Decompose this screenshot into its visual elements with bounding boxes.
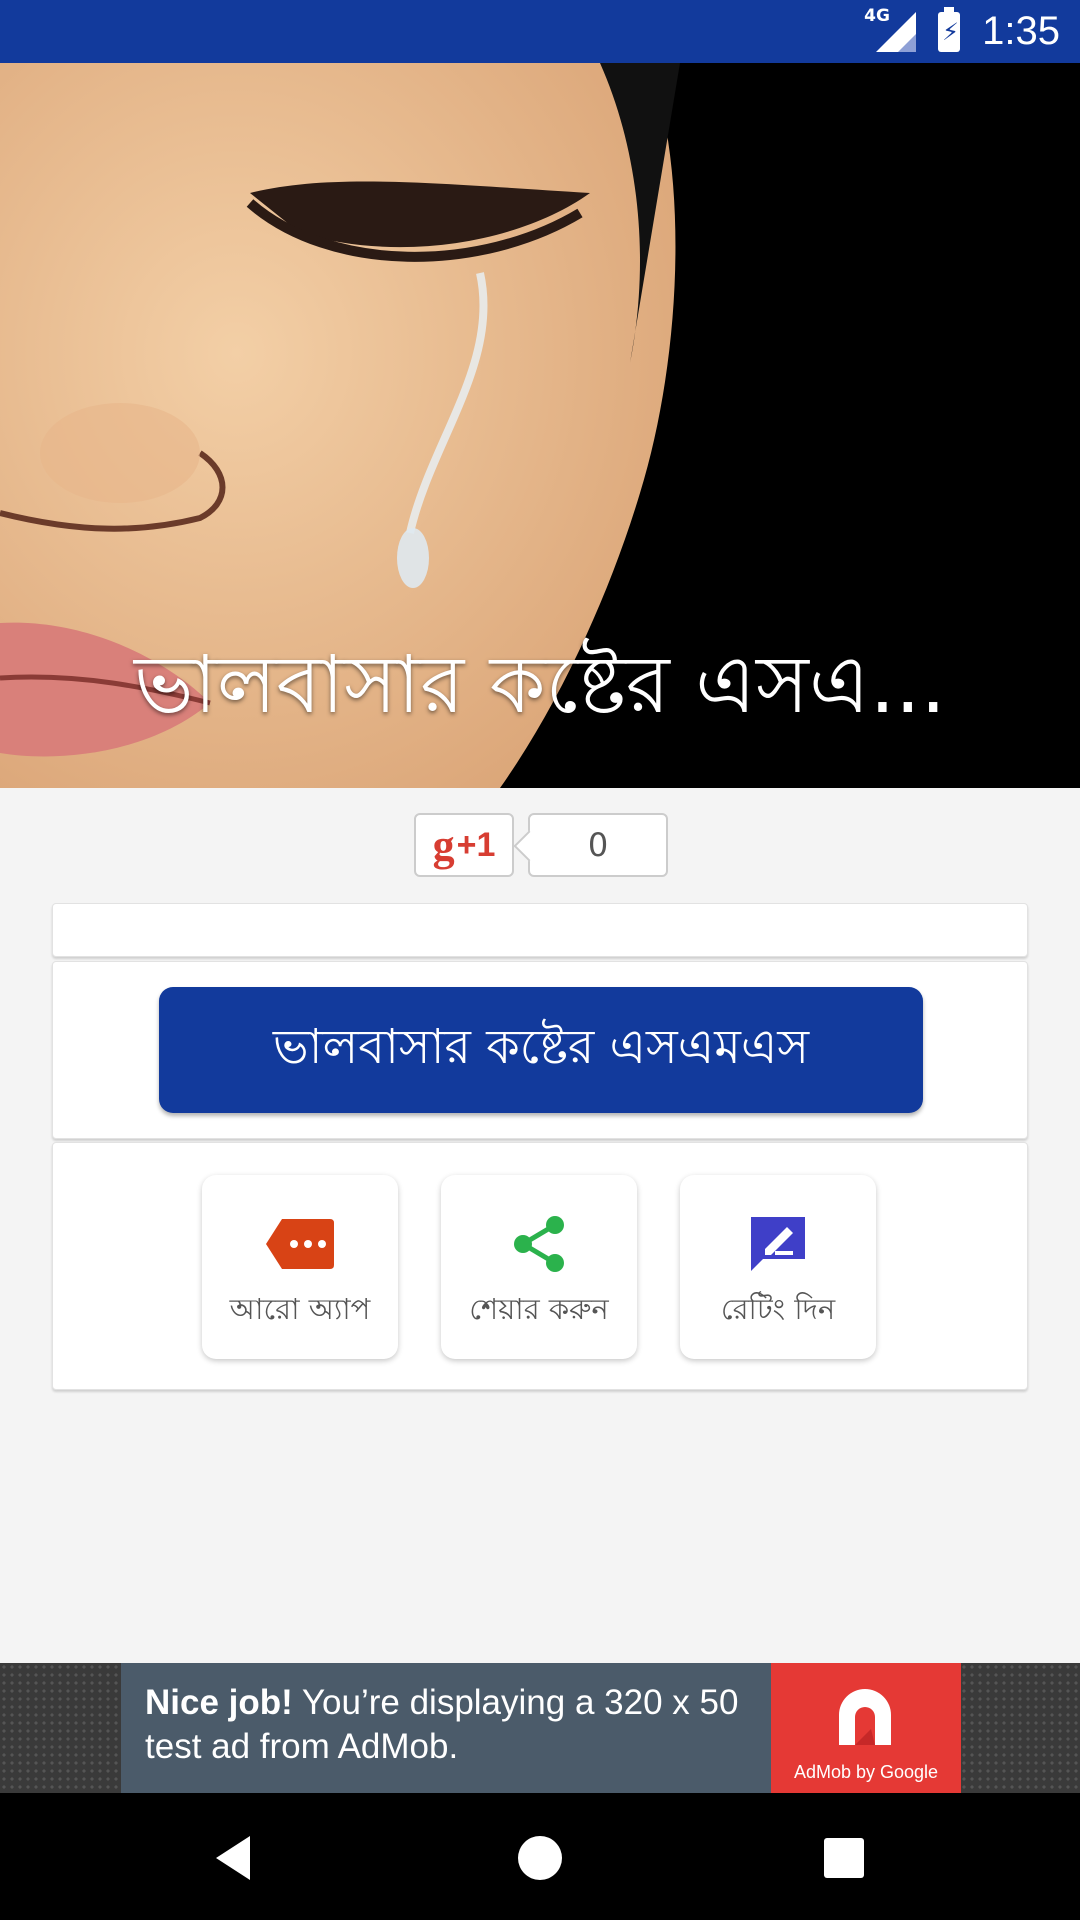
gplus-count: 0: [528, 813, 668, 877]
home-button[interactable]: [510, 1828, 570, 1888]
admob-icon: [839, 1689, 891, 1745]
status-time: 1:35: [982, 9, 1060, 53]
battery-icon: ⚡: [938, 6, 961, 52]
main-card: ভালবাসার কষ্টের এসএমএস: [52, 961, 1028, 1139]
rate-feedback-icon: [747, 1213, 809, 1275]
ad-content[interactable]: Nice job! You’re displaying a 320 x 50 t…: [121, 1663, 961, 1793]
actions-card: আরো অ্যাপ শেয়ার করুন রেটিং দিন: [52, 1142, 1028, 1390]
plus-one-label: +1: [456, 825, 496, 864]
open-sms-button[interactable]: ভালবাসার কষ্টের এসএমএস: [159, 987, 923, 1113]
admob-brand: AdMob by Google: [793, 1762, 939, 1782]
status-bar: 4G ⚡ 1:35: [0, 0, 1080, 63]
navigation-bar: [0, 1793, 1080, 1920]
more-apps-label: আরো অ্যাপ: [229, 1292, 371, 1326]
admob-logo: AdMob by Google: [771, 1663, 961, 1793]
ad-text: Nice job! You’re displaying a 320 x 50 t…: [145, 1681, 745, 1769]
back-icon: [216, 1836, 250, 1880]
share-label: শেয়ার করুন: [469, 1292, 609, 1326]
status-icons: 4G ⚡ 1:35: [864, 0, 1060, 63]
more-apps-tag-icon: [264, 1213, 336, 1275]
google-g-icon: g: [432, 820, 455, 870]
recents-icon: [824, 1838, 864, 1878]
recents-button[interactable]: [814, 1828, 874, 1888]
share-button[interactable]: শেয়ার করুন: [441, 1175, 637, 1359]
rate-button[interactable]: রেটিং দিন: [680, 1175, 876, 1359]
back-button[interactable]: [206, 1828, 266, 1888]
rate-label: রেটিং দিন: [720, 1292, 836, 1326]
hero-title: ভালবাসার কষ্টের এসএ...: [134, 638, 946, 731]
gplus-one-button[interactable]: g +1: [414, 813, 514, 877]
hero-banner: ভালবাসার কষ্টের এসএ...: [0, 63, 1080, 788]
signal-icon: 4G: [864, 6, 917, 52]
ad-headline: Nice job!: [145, 1683, 293, 1722]
ad-banner[interactable]: Nice job! You’re displaying a 320 x 50 t…: [0, 1663, 1080, 1793]
gplus-widget: g +1 0: [414, 813, 668, 877]
share-icon: [509, 1213, 569, 1275]
empty-card: [52, 903, 1028, 957]
home-icon: [518, 1836, 562, 1880]
more-apps-button[interactable]: আরো অ্যাপ: [202, 1175, 398, 1359]
